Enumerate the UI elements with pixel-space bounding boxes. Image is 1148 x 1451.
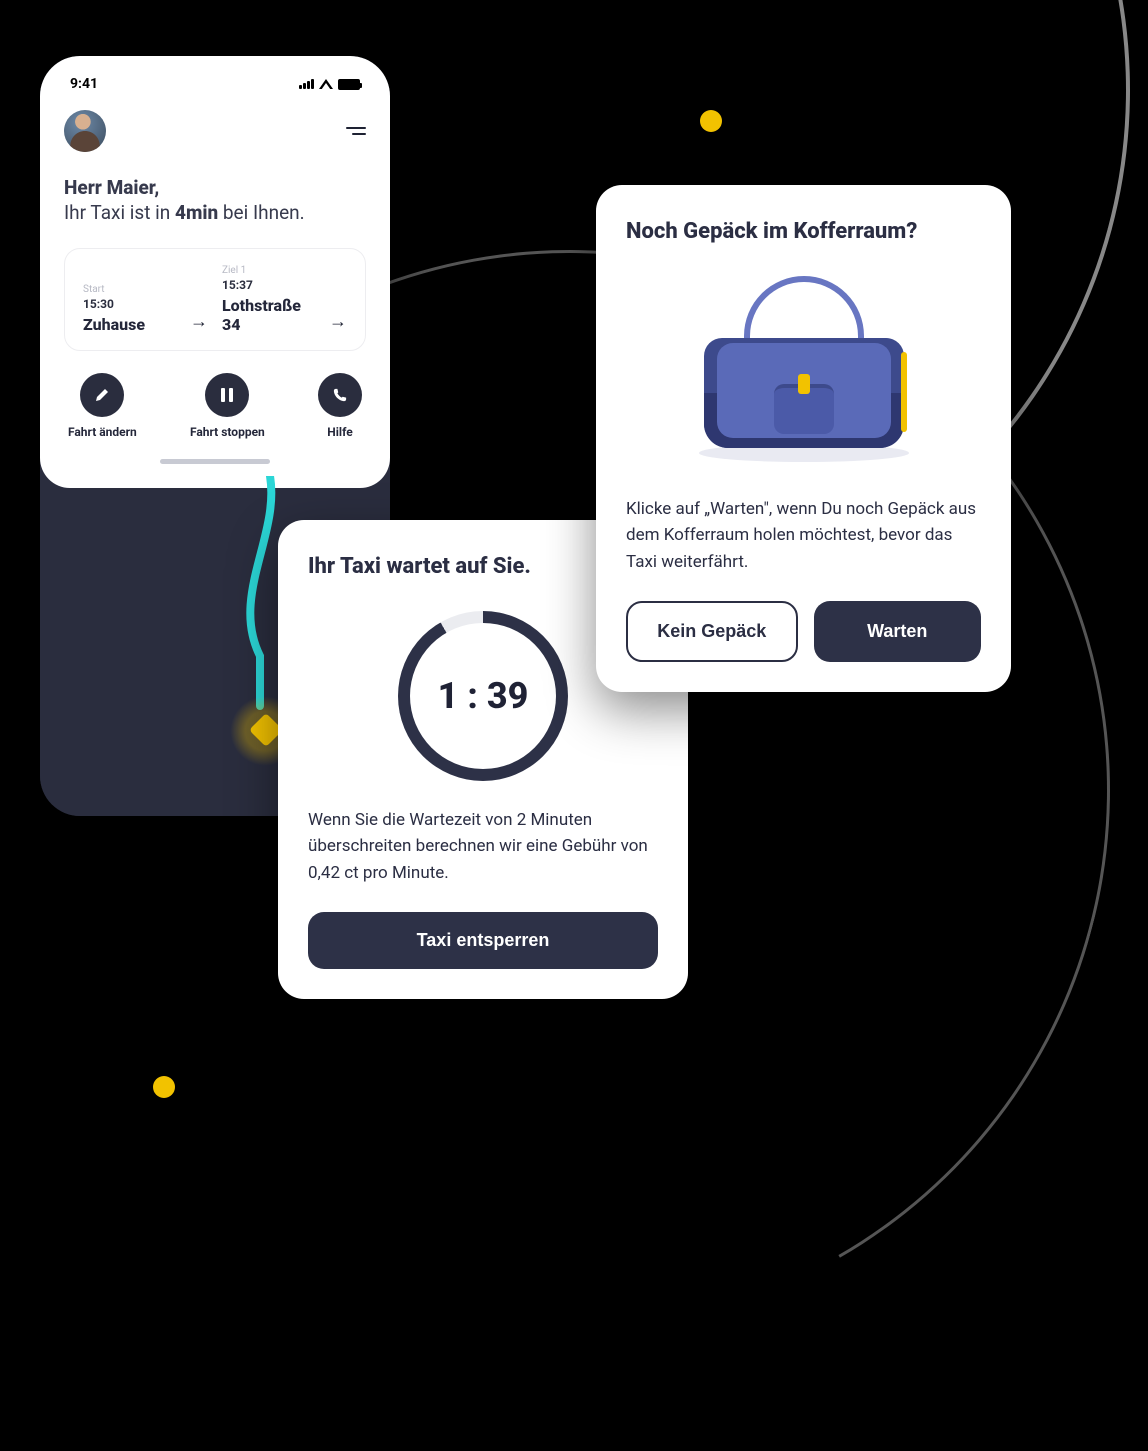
- eta-prefix: Ihr Taxi ist in: [64, 201, 175, 224]
- signal-icon: [299, 79, 314, 89]
- no-luggage-button[interactable]: Kein Gepäck: [626, 601, 798, 662]
- edit-ride-label: Fahrt ändern: [68, 425, 137, 439]
- stop-ride-label: Fahrt stoppen: [190, 425, 265, 439]
- timer-value: 1 : 39: [438, 675, 529, 717]
- edit-ride-button[interactable]: Fahrt ändern: [68, 373, 137, 439]
- drag-handle[interactable]: [160, 459, 270, 464]
- luggage-card: Noch Gepäck im Kofferraum? Klicke auf „W…: [596, 185, 1011, 692]
- arrow-right-icon: →: [190, 311, 208, 334]
- status-bar: 9:41: [64, 74, 366, 110]
- help-label: Hilfe: [327, 425, 352, 439]
- eta-value: 4min: [175, 201, 218, 224]
- decorative-dot: [700, 110, 722, 132]
- route-start-label: Start: [83, 284, 176, 295]
- wait-button[interactable]: Warten: [814, 601, 982, 662]
- route-dest-label: Ziel 1: [222, 265, 315, 276]
- unlock-taxi-button[interactable]: Taxi entsperren: [308, 912, 658, 969]
- phone-icon: [333, 388, 347, 402]
- luggage-title: Noch Gepäck im Kofferraum?: [626, 219, 981, 244]
- luggage-body: Klicke auf „Warten", wenn Du noch Gepäck…: [626, 496, 981, 575]
- timer-ring: 1 : 39: [398, 611, 568, 781]
- route-start-place: Zuhause: [83, 315, 176, 334]
- stop-ride-button[interactable]: Fahrt stoppen: [190, 373, 265, 439]
- battery-icon: [338, 79, 360, 90]
- route-dest-time: 15:37: [222, 278, 315, 292]
- route-dest-place: Lothstraße 34: [222, 296, 315, 334]
- help-button[interactable]: Hilfe: [318, 373, 362, 439]
- menu-icon[interactable]: [344, 127, 366, 135]
- eta-line: Ihr Taxi ist in 4min bei Ihnen.: [64, 201, 366, 224]
- decorative-dot: [153, 1076, 175, 1098]
- bag-icon: [689, 272, 919, 472]
- route-start-time: 15:30: [83, 297, 176, 311]
- status-time: 9:41: [70, 76, 98, 92]
- pause-icon: [221, 388, 233, 402]
- route-card[interactable]: Start 15:30 Zuhause → Ziel 1 15:37 Loths…: [64, 248, 366, 351]
- phone-top-card: 9:41 Herr Maier, Ihr Taxi ist in 4min be…: [40, 56, 390, 488]
- greeting: Herr Maier,: [64, 176, 366, 199]
- wifi-icon: [319, 79, 333, 89]
- eta-suffix: bei Ihnen.: [218, 201, 305, 224]
- arrow-right-icon: →: [329, 311, 347, 334]
- avatar[interactable]: [64, 110, 106, 152]
- pencil-icon: [94, 387, 110, 403]
- waiting-body: Wenn Sie die Wartezeit von 2 Minuten übe…: [308, 807, 658, 886]
